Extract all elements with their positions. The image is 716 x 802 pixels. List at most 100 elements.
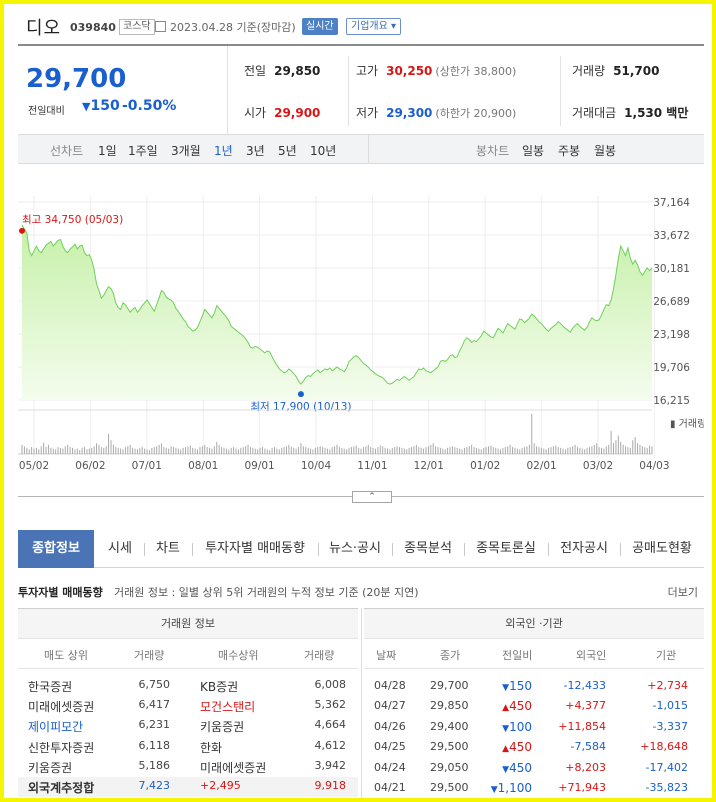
candle-monthly[interactable]: 월봉 [594, 142, 616, 159]
low-annotation: 최저 17,900 (10/13) [250, 401, 351, 413]
row-close: 29,700 [430, 679, 469, 692]
table-row[interactable]: 04/28 29,700 ▼150 -12,433 +2,734 [364, 677, 704, 697]
stat-prev-label: 전일 [244, 64, 267, 78]
y-tick-label: 30,181 [653, 263, 690, 275]
stat-high-label: 고가 [356, 64, 379, 78]
stat-trade-value-value: 1,530 백만 [624, 106, 689, 120]
row-change-value: 450 [509, 760, 532, 775]
toolbar-divider [368, 135, 369, 163]
chevron-down-icon: ▾ [387, 21, 397, 32]
lower-limit: (하한가 20,900) [435, 107, 517, 120]
realtime-button[interactable]: 실시간 [302, 18, 338, 35]
y-tick-label: 16,215 [653, 395, 690, 407]
row-foreign: +4,377 [565, 699, 606, 713]
tab-forum[interactable]: 종목토론실 [466, 530, 546, 568]
stat-trade-value-label: 거래대금 [572, 106, 617, 120]
price-stats: 전일 29,850 고가 30,250 (상한가 38,800) 거래량 51,700 … [228, 46, 704, 134]
chart-toolbar: 선차트 1일 1주일 3개월 1년 3년 5년 10년 봉차트 일봉 주봉 월봉 [18, 134, 704, 164]
tab-investor-trading[interactable]: 투자자별 매매동향 [194, 530, 316, 568]
stock-code: 039840 [70, 21, 116, 34]
price-change: ▼150 [82, 98, 120, 114]
header-close: 종가 [440, 649, 461, 662]
stat-open-label: 시가 [244, 106, 267, 120]
buy-broker-name: 미래에셋증권 [200, 760, 267, 775]
row-change: ▼1,100 [491, 781, 532, 795]
buy-volume: 4,664 [314, 718, 347, 732]
stock-name: 디오 [26, 18, 62, 39]
row-close: 29,500 [430, 740, 469, 754]
period-3m[interactable]: 3개월 [171, 142, 201, 159]
table-row[interactable]: 신한투자증권 6,118 한화 4,612 [18, 737, 358, 757]
row-close: 29,400 [430, 719, 469, 733]
stat-volume-value: 51,700 [613, 64, 660, 78]
tab-disclosure[interactable]: 전자공시 [550, 530, 618, 568]
company-overview-button[interactable]: 기업개요 ▾ [346, 18, 402, 35]
row-institution: -1,015 [652, 699, 688, 713]
period-1y[interactable]: 1년 [214, 142, 233, 159]
row-foreign: -12,433 [563, 679, 606, 692]
total-buy-volume: 9,918 [314, 779, 347, 792]
stat-open: 시가 29,900 [244, 104, 320, 121]
stock-header: 디오 039840 코스닥 2023.04.28 기준(장마감) 실시간 기업개… [18, 12, 704, 42]
tab-quotes[interactable]: 시세 [98, 530, 142, 568]
table-row[interactable]: 04/25 29,500 ▲450 -7,584 +18,648 [364, 738, 704, 758]
table-row[interactable]: 04/21 29,500 ▼1,100 +71,943 -35,823 [364, 779, 704, 798]
stat-prev: 전일 29,850 [244, 62, 320, 79]
x-tick-label: 05/02 [19, 460, 49, 472]
stat-high: 고가 30,250 (상한가 38,800) [356, 62, 516, 79]
row-change-value: 450 [509, 699, 532, 714]
period-3y[interactable]: 3년 [246, 142, 265, 159]
total-difference: +2,495 [200, 779, 241, 792]
more-link[interactable]: 더보기 [668, 584, 698, 600]
change-label: 전일대비 [28, 106, 65, 117]
broker-table: 거래원 정보 매도 상위 거래량 매수상위 거래량 한국증권 6,750 KB증권 6… [18, 608, 358, 798]
period-5y[interactable]: 5년 [278, 142, 297, 159]
base-date: 2023.04.28 기준(장마감) [170, 21, 296, 34]
foreign-table-title: 외국인 ·기관 [364, 609, 704, 639]
table-row[interactable]: 제이피모간 6,231 키움증권 4,664 [18, 716, 358, 736]
stat-low: 저가 29,300 (하한가 20,900) [356, 104, 516, 121]
row-close: 29,850 [430, 699, 469, 713]
x-tick-label: 11/01 [357, 460, 387, 472]
stats-divider [348, 56, 349, 126]
table-row[interactable]: 키움증권 5,186 미래에셋증권 3,942 [18, 757, 358, 777]
table-row[interactable]: 04/24 29,050 ▼450 +8,203 -17,402 [364, 759, 704, 779]
table-row[interactable]: 04/27 29,850 ▲450 +4,377 -1,015 [364, 697, 704, 717]
buy-volume: 6,008 [314, 678, 347, 691]
price-chart[interactable]: 37,164 33,672 30,181 26,689 23,198 19,706 16,2… [18, 192, 706, 492]
row-institution: +18,648 [640, 740, 688, 754]
period-10y[interactable]: 10년 [310, 142, 336, 159]
x-tick-label: 10/04 [301, 460, 332, 472]
collapse-button[interactable]: ⌃ [352, 491, 392, 503]
row-foreign: -7,584 [570, 740, 606, 754]
table-row[interactable]: 04/26 29,400 ▼100 +11,854 -3,337 [364, 718, 704, 738]
header-buy-top: 매수상위 [218, 649, 259, 662]
candle-weekly[interactable]: 주봉 [558, 142, 580, 159]
row-institution: -3,337 [652, 719, 688, 733]
period-1d[interactable]: 1일 [98, 142, 117, 159]
candle-daily[interactable]: 일봉 [522, 142, 544, 159]
buy-volume: 4,612 [314, 738, 347, 752]
company-overview-label: 기업개요 [351, 21, 388, 32]
row-date: 04/21 [374, 781, 406, 794]
row-change: ▲450 [502, 740, 532, 754]
table-row[interactable]: 미래에셋증권 6,417 모건스탠리 5,362 [18, 696, 358, 716]
stat-high-value: 30,250 [386, 64, 433, 78]
tab-news[interactable]: 뉴스·공시 [320, 530, 390, 568]
stats-divider [560, 56, 561, 126]
table-row[interactable]: 한국증권 6,750 KB증권 6,008 [18, 676, 358, 696]
row-date: 04/25 [374, 740, 406, 754]
stat-volume-label: 거래량 [572, 64, 606, 78]
row-change: ▼450 [502, 761, 532, 775]
row-change: ▲450 [502, 699, 532, 713]
row-change: ▼150 [502, 679, 532, 693]
period-1w[interactable]: 1주일 [128, 142, 158, 159]
tab-separator [192, 543, 193, 556]
tab-analysis[interactable]: 종목분석 [394, 530, 462, 568]
x-tick-label: 02/01 [526, 460, 556, 472]
high-annotation: 최고 34,750 (05/03) [22, 214, 123, 226]
sell-volume: 6,417 [138, 698, 171, 712]
tab-summary[interactable]: 종합정보 [18, 530, 94, 568]
tab-chart[interactable]: 차트 [146, 530, 190, 568]
tab-short-selling[interactable]: 공매도현황 [622, 530, 702, 568]
